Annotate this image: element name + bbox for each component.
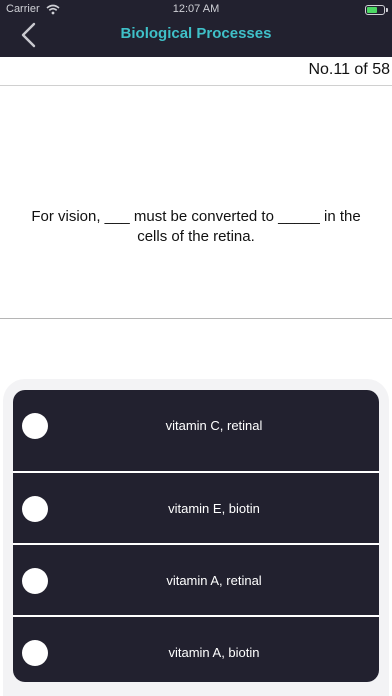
answer-option-1[interactable]: vitamin C, retinal [13,390,379,462]
question-divider [0,318,392,319]
answer-option-label: vitamin A, retinal [166,573,262,588]
battery-icon [365,5,385,15]
battery-level [367,7,377,13]
radio-button-icon[interactable] [22,413,48,439]
answer-option-label: vitamin C, retinal [165,418,263,433]
answer-option-3[interactable]: vitamin A, retinal [13,545,379,617]
answer-option-label: vitamin E, biotin [168,501,260,516]
answer-option-2[interactable]: vitamin E, biotin [13,473,379,545]
radio-button-icon[interactable] [22,568,48,594]
question-text: For vision, ___ must be converted to ___… [31,208,361,245]
radio-button-icon[interactable] [22,496,48,522]
status-time: 12:07 AM [172,3,220,15]
answer-options: vitamin C, retinal vitamin E, biotin vit… [13,390,379,682]
battery-cap [386,8,388,12]
question-counter: No.11 of 58 [308,61,390,78]
answer-option-label: vitamin A, biotin [168,645,260,660]
question-counter-row: No.11 of 58 [0,57,392,86]
page-title: Biological Processes [120,25,272,42]
navigation-bar: Carrier 12:07 AM Biological Processes [0,0,392,57]
answer-option-4[interactable]: vitamin A, biotin [13,617,379,682]
radio-button-icon[interactable] [22,640,48,666]
status-bar: Carrier 12:07 AM [0,0,392,20]
